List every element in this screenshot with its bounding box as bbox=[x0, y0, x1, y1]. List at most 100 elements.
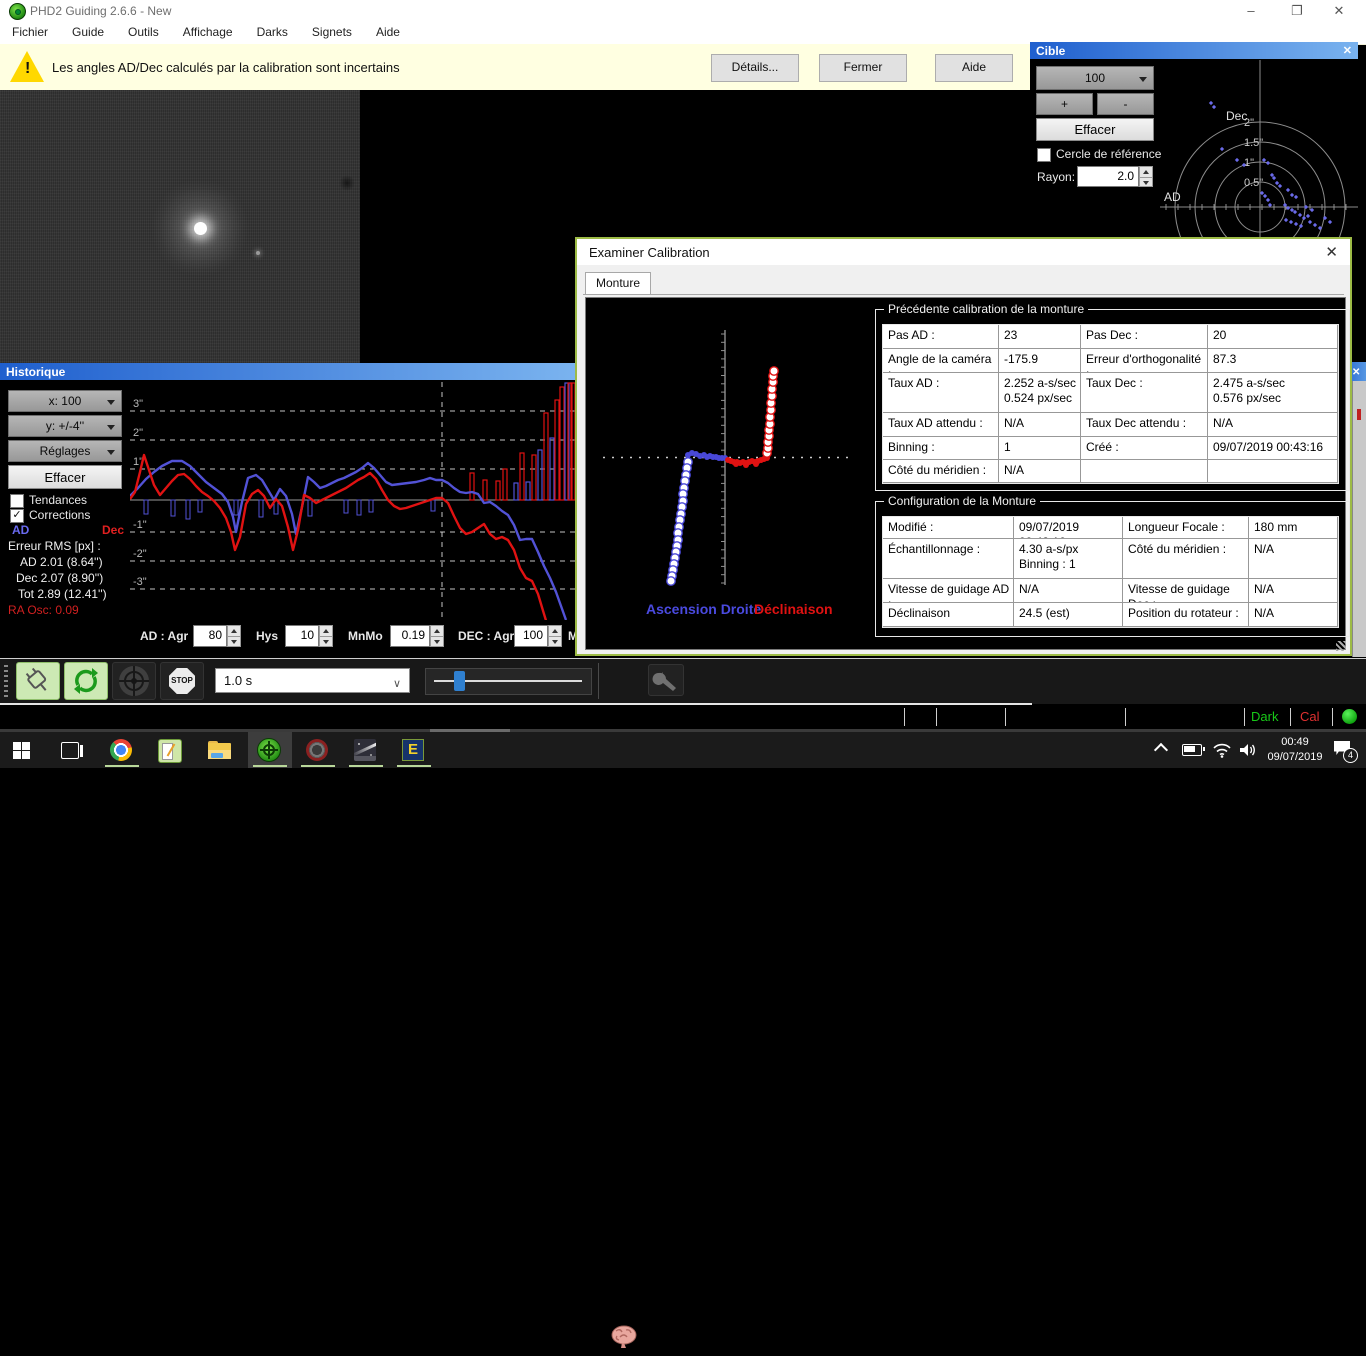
ad-series-label[interactable]: AD bbox=[12, 523, 29, 537]
wrench-icon bbox=[652, 672, 676, 691]
calibration-plot bbox=[603, 330, 853, 586]
mnmo-spinner[interactable] bbox=[430, 625, 444, 647]
legend-ra: Ascension Droite bbox=[646, 601, 762, 617]
eqmod-icon: E bbox=[402, 739, 424, 761]
close-alert-button[interactable]: Fermer bbox=[819, 54, 907, 82]
wifi-icon[interactable] bbox=[1212, 742, 1232, 778]
table-cell: N/A bbox=[999, 413, 1081, 437]
speaker-icon[interactable] bbox=[1238, 742, 1258, 778]
target-pane-close-icon[interactable]: ✕ bbox=[1343, 44, 1352, 57]
cal-status-badge: Cal bbox=[1300, 709, 1320, 724]
menu-item-guide[interactable]: Guide bbox=[60, 22, 116, 39]
close-button[interactable]: ✕ bbox=[1322, 0, 1356, 22]
table-cell: N/A bbox=[1249, 579, 1338, 603]
gamma-slider[interactable] bbox=[425, 668, 592, 695]
history-pane-titlebar[interactable]: Historique bbox=[0, 363, 575, 380]
phd2-taskbar-icon bbox=[257, 738, 281, 762]
toolbar-grip[interactable] bbox=[4, 665, 8, 697]
exposure-select[interactable]: 1.0 s ∨ bbox=[215, 668, 410, 693]
dec-agr-input[interactable]: 100 bbox=[514, 625, 548, 647]
taskbar-sharpcap[interactable] bbox=[296, 732, 340, 768]
battery-icon[interactable] bbox=[1182, 744, 1205, 780]
taskbar-explorer[interactable] bbox=[198, 732, 242, 768]
taskbar-clock[interactable]: 00:49 09/07/2019 bbox=[1262, 735, 1328, 765]
table-row: Déclinaison 24.5 (est) Position du rotateu… bbox=[883, 603, 1338, 627]
stop-button[interactable]: STOP bbox=[160, 662, 204, 700]
guide-button[interactable] bbox=[112, 662, 156, 700]
status-bar: Dark Cal bbox=[0, 705, 1366, 729]
menu-item-outils[interactable]: Outils bbox=[116, 22, 171, 39]
camera-settings-button[interactable] bbox=[648, 664, 684, 696]
svg-text:1.5": 1.5" bbox=[1244, 137, 1263, 149]
menu-item-fichier[interactable]: Fichier bbox=[0, 22, 60, 39]
notification-center-icon[interactable]: 4 bbox=[1334, 741, 1358, 777]
help-button[interactable]: Aide bbox=[935, 54, 1013, 82]
dec-series-label[interactable]: Dec bbox=[102, 523, 124, 537]
mnmo-input[interactable]: 0.19 bbox=[390, 625, 430, 647]
menu-item-signets[interactable]: Signets bbox=[300, 22, 364, 39]
taskbar-phd2[interactable] bbox=[248, 732, 292, 768]
table-cell: Vitesse de guidage Dec : bbox=[1123, 579, 1249, 603]
menu-item-aide[interactable]: Aide bbox=[364, 22, 412, 39]
hidden-pane-close-icon[interactable]: ✕ bbox=[1352, 367, 1360, 378]
svg-text:2": 2" bbox=[133, 427, 143, 439]
hys-spinner[interactable] bbox=[319, 625, 333, 647]
taskbar-stellarium[interactable] bbox=[344, 732, 388, 768]
table-cell: Position du rotateur : bbox=[1123, 603, 1249, 627]
history-clear-button[interactable]: Effacer bbox=[8, 465, 122, 489]
details-button[interactable]: Détails... bbox=[711, 54, 799, 82]
task-view-button[interactable] bbox=[48, 732, 92, 768]
table-cell bbox=[1081, 460, 1208, 483]
menu-item-darks[interactable]: Darks bbox=[245, 22, 300, 39]
tray-chevron-icon[interactable] bbox=[1153, 742, 1169, 781]
slider-thumb[interactable] bbox=[454, 671, 465, 691]
table-row: Modifié :09/07/2019 00:43:16Longueur Foc… bbox=[883, 517, 1338, 539]
history-xscale-dropdown[interactable]: x: 100 bbox=[8, 390, 122, 412]
menu-item-affichage[interactable]: Affichage bbox=[171, 22, 245, 39]
dec-agr-spinner[interactable] bbox=[548, 625, 562, 647]
minimize-button[interactable]: – bbox=[1234, 0, 1268, 22]
table-row: Angle de la caméra :-175.9Erreur d'ortho… bbox=[883, 349, 1338, 373]
loop-exposures-button[interactable] bbox=[64, 662, 108, 700]
restore-button[interactable]: ❐ bbox=[1280, 0, 1314, 22]
dialog-content: Ascension Droite Déclinaison Précédente … bbox=[585, 297, 1350, 650]
table-cell: 180 mm bbox=[1249, 517, 1338, 539]
table-cell: 09/07/2019 00:43:16 bbox=[1014, 517, 1123, 539]
connect-equipment-button[interactable] bbox=[16, 662, 60, 700]
guide-target-icon bbox=[119, 666, 149, 696]
table-cell: Taux AD : bbox=[883, 373, 999, 413]
start-button[interactable] bbox=[0, 732, 44, 768]
target-pane-titlebar[interactable]: Cible bbox=[1030, 42, 1358, 59]
calibration-alert-banner: ! Les angles AD/Dec calculés par la cali… bbox=[0, 44, 1030, 92]
hys-label: Hys bbox=[256, 629, 279, 643]
svg-text:-1": -1" bbox=[133, 519, 147, 531]
dialog-close-icon[interactable]: ✕ bbox=[1325, 243, 1338, 261]
dialog-titlebar[interactable]: Examiner Calibration ✕ bbox=[577, 239, 1350, 265]
rms-title: Erreur RMS [px] : bbox=[8, 539, 101, 553]
camera-image bbox=[0, 90, 360, 365]
guide-star[interactable] bbox=[194, 222, 207, 235]
history-settings-dropdown[interactable]: Réglages bbox=[8, 440, 122, 462]
hys-input[interactable]: 10 bbox=[285, 625, 319, 647]
calibration-review-dialog: Examiner Calibration ✕ Monture Ascension… bbox=[575, 237, 1352, 656]
svg-text:-2": -2" bbox=[133, 548, 147, 560]
config-table: Modifié :09/07/2019 00:43:16Longueur Foc… bbox=[882, 516, 1339, 628]
windows-taskbar: E 00:49 09/07/2019 4 bbox=[0, 732, 1366, 768]
ad-agr-spinner[interactable] bbox=[227, 625, 241, 647]
taskbar-eqmod[interactable]: E bbox=[392, 732, 436, 768]
taskbar-notepad[interactable] bbox=[148, 732, 192, 768]
resize-grip[interactable] bbox=[1336, 641, 1346, 651]
corrections-checkbox[interactable]: ✓ bbox=[10, 509, 24, 523]
table-cell: -175.9 bbox=[999, 349, 1081, 373]
previous-calibration-title: Précédente calibration de la monture bbox=[884, 302, 1089, 316]
tab-monture[interactable]: Monture bbox=[585, 272, 652, 294]
brain-settings-button[interactable] bbox=[608, 1323, 640, 1356]
main-toolbar: STOP 1.0 s ∨ bbox=[0, 658, 1366, 1348]
dialog-title: Examiner Calibration bbox=[589, 245, 710, 260]
history-yscale-dropdown[interactable]: y: +/-4'' bbox=[8, 415, 122, 437]
corrections-label: Corrections bbox=[29, 508, 91, 522]
trends-checkbox[interactable] bbox=[10, 494, 24, 508]
history-graph: 3"2"1"-1"-2"-3" bbox=[130, 382, 575, 620]
taskbar-chrome[interactable] bbox=[100, 732, 144, 768]
ad-agr-input[interactable]: 80 bbox=[193, 625, 227, 647]
